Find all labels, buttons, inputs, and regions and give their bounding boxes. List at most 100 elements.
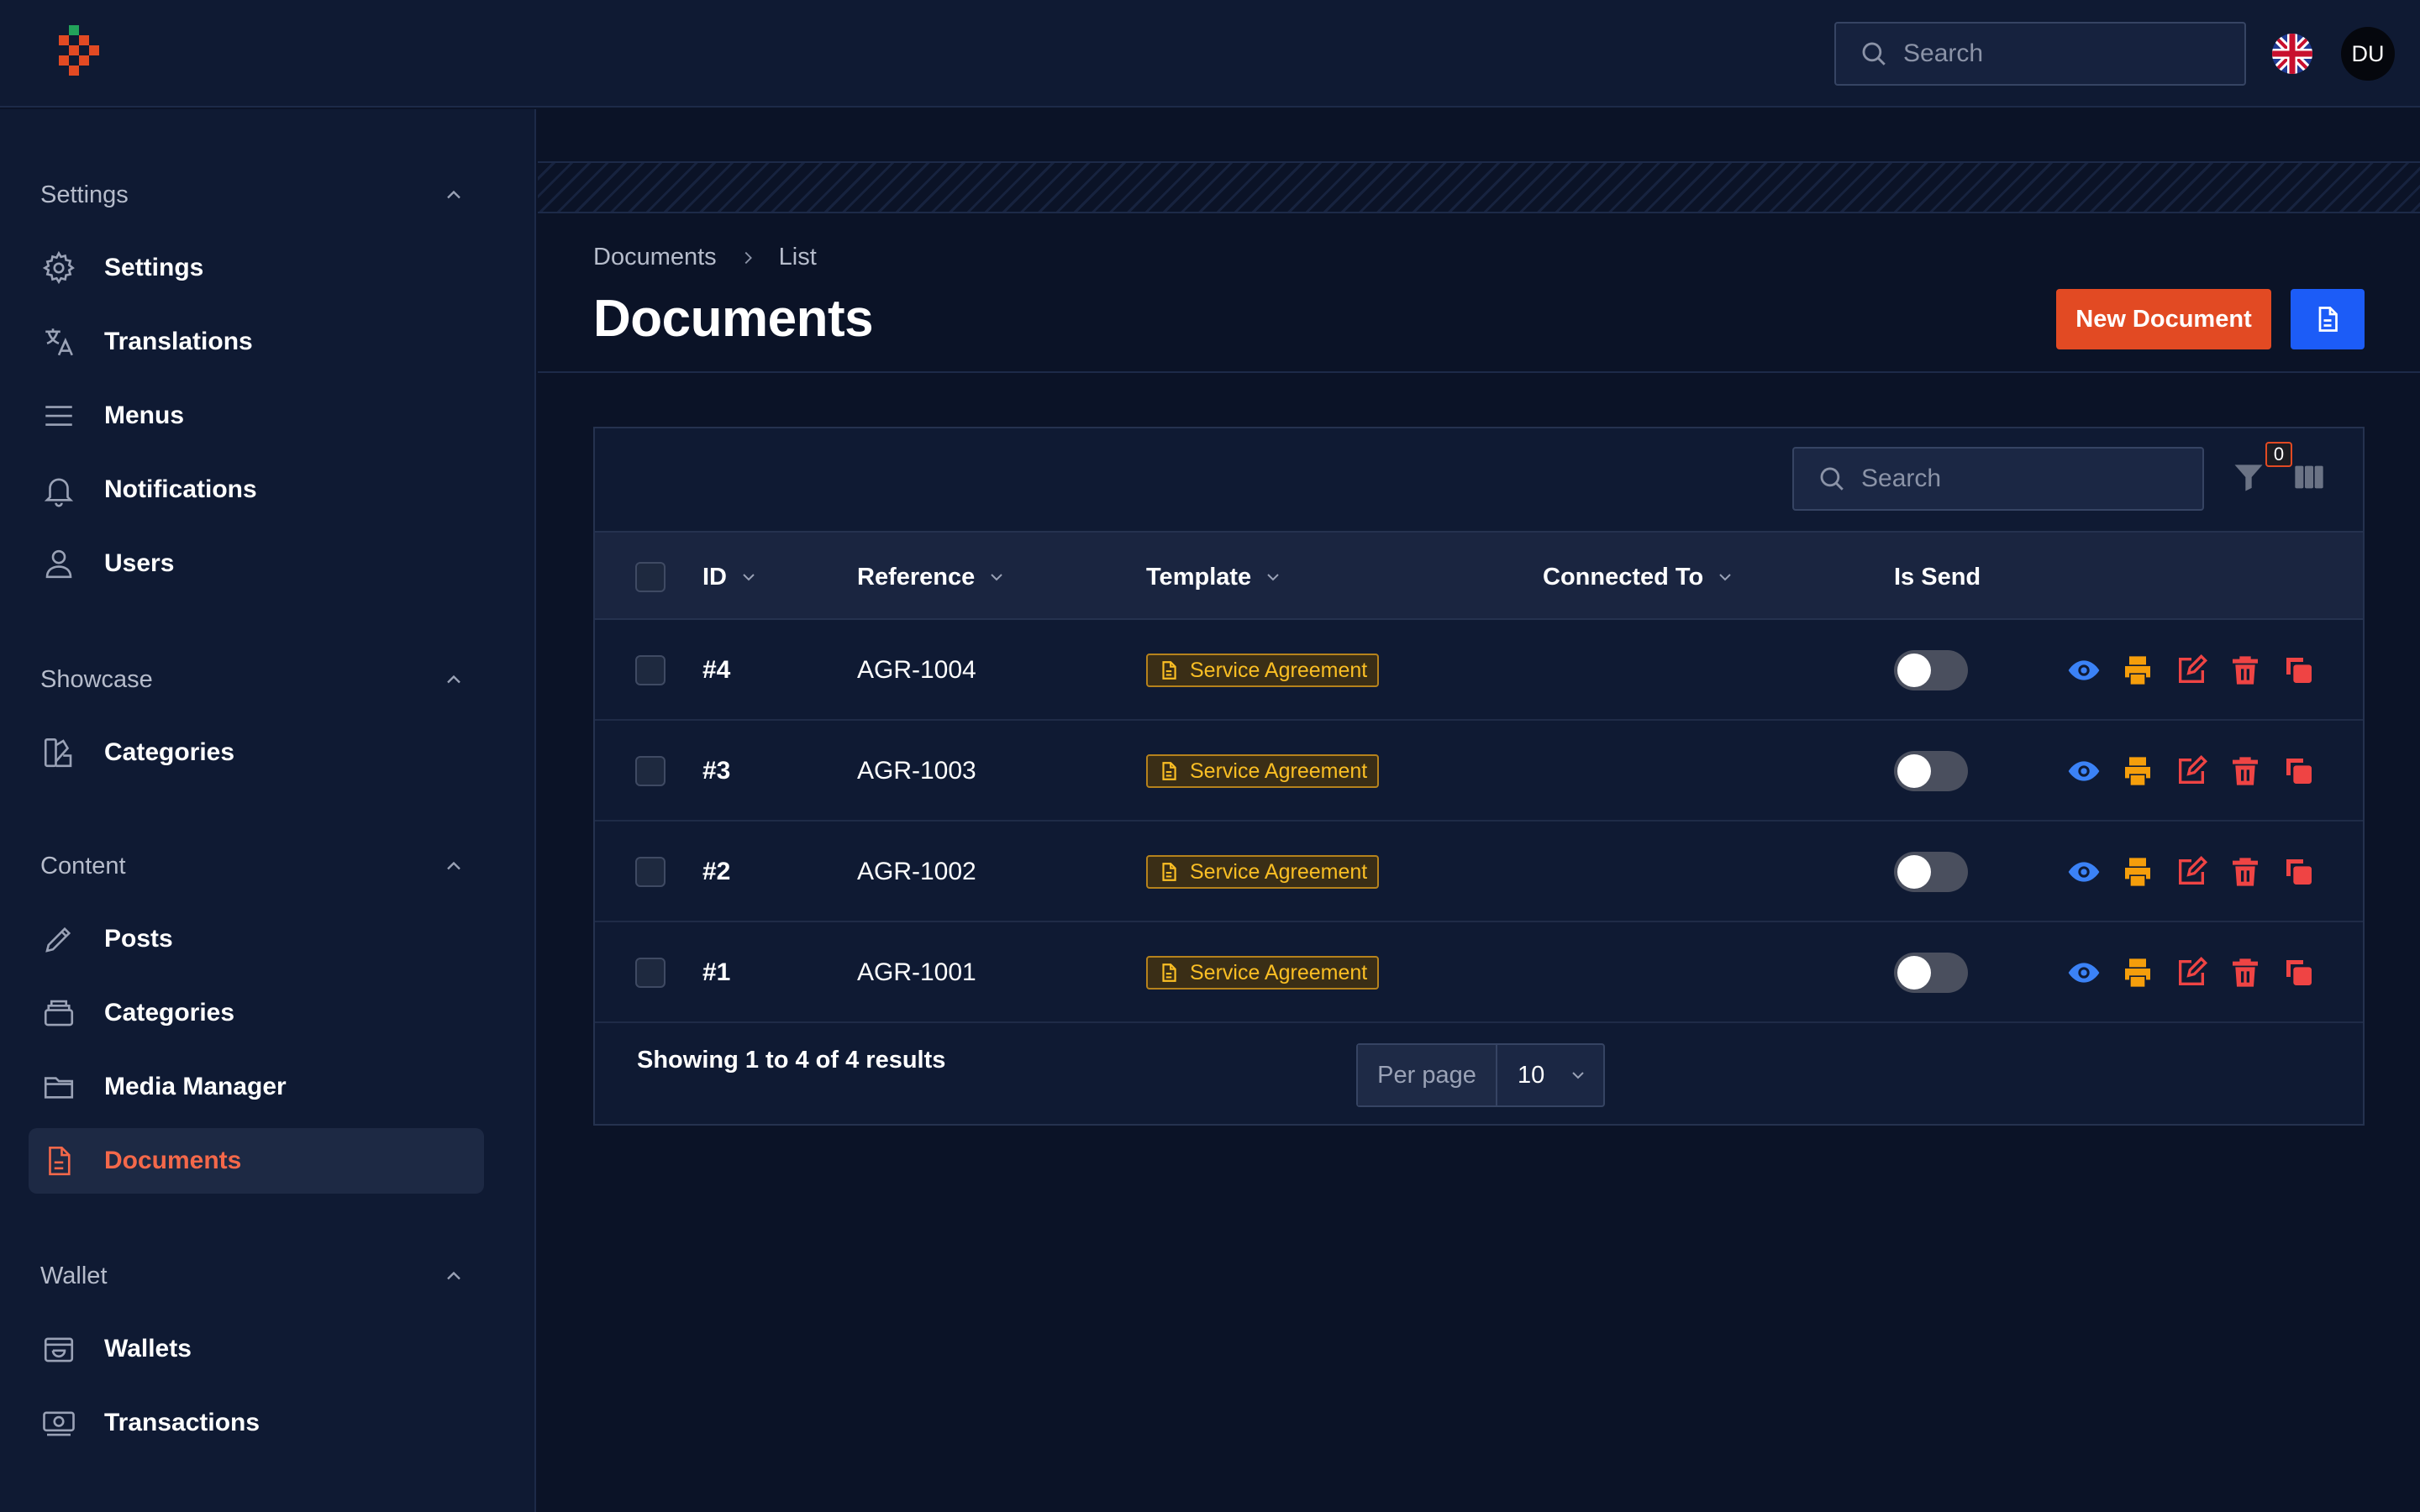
- is-send-toggle[interactable]: [1894, 650, 1968, 690]
- print-icon[interactable]: [2119, 753, 2156, 790]
- document-icon: [1162, 661, 1176, 680]
- sidebar-group-content[interactable]: Content: [40, 853, 126, 880]
- template-label: Service Agreement: [1190, 960, 1368, 984]
- sidebar-item-notifications[interactable]: Notifications: [29, 457, 484, 522]
- sidebar-item-label: Documents: [104, 1147, 242, 1174]
- chevron-down-icon: [986, 567, 1007, 587]
- folder-icon: [40, 1068, 77, 1105]
- print-icon[interactable]: [2119, 954, 2156, 991]
- sidebar-group-wallet[interactable]: Wallet: [40, 1263, 108, 1290]
- sidebar-group-showcase[interactable]: Showcase: [40, 666, 153, 694]
- delete-icon[interactable]: [2227, 652, 2264, 689]
- per-page-label: Per page: [1358, 1045, 1497, 1105]
- view-icon[interactable]: [2065, 753, 2102, 790]
- sidebar-item-users[interactable]: Users: [29, 531, 484, 596]
- page-header: Documents List Documents New Document: [538, 215, 2420, 373]
- new-document-button[interactable]: New Document: [2056, 289, 2271, 349]
- chevron-up-icon[interactable]: [442, 1264, 466, 1288]
- table-row: #2 AGR-1002 Service Agreement: [595, 822, 2363, 922]
- column-reference[interactable]: Reference: [857, 533, 1007, 622]
- sidebar-item-label: Translations: [104, 328, 253, 355]
- stack-icon: [40, 995, 77, 1032]
- user-avatar[interactable]: DU: [2341, 27, 2395, 81]
- chevron-down-icon: [1263, 567, 1283, 587]
- sidebar-item-translations[interactable]: Translations: [29, 309, 484, 375]
- chevron-up-icon[interactable]: [442, 854, 466, 878]
- breadcrumb-documents[interactable]: Documents: [593, 244, 717, 271]
- document-action-button[interactable]: [2291, 289, 2365, 349]
- column-connected-to[interactable]: Connected To: [1543, 533, 1735, 622]
- delete-icon[interactable]: [2227, 954, 2264, 991]
- table-header: ID Reference Template Connected To Is Se…: [595, 531, 2363, 620]
- bell-icon: [40, 471, 77, 508]
- row-checkbox[interactable]: [635, 655, 666, 685]
- logo-icon[interactable]: [54, 25, 104, 84]
- template-label: Service Agreement: [1190, 658, 1368, 682]
- view-icon[interactable]: [2065, 853, 2102, 890]
- cash-icon: [40, 1404, 77, 1441]
- sidebar-item-label: Categories: [104, 738, 235, 766]
- per-page-select[interactable]: Per page 10: [1356, 1043, 1605, 1107]
- template-badge: Service Agreement: [1146, 654, 1380, 687]
- duplicate-icon[interactable]: [2281, 954, 2317, 991]
- uk-flag-icon[interactable]: [2272, 34, 2312, 74]
- row-id: #4: [702, 656, 731, 684]
- sidebar-item-documents[interactable]: Documents: [29, 1128, 484, 1194]
- chevron-up-icon[interactable]: [442, 183, 466, 207]
- toggle-knob: [1897, 754, 1931, 788]
- toggle-knob: [1897, 956, 1931, 990]
- column-template[interactable]: Template: [1146, 533, 1283, 622]
- filter-icon[interactable]: [2230, 459, 2267, 496]
- duplicate-icon[interactable]: [2281, 652, 2317, 689]
- chevron-up-icon[interactable]: [442, 668, 466, 691]
- document-icon: [1162, 863, 1176, 881]
- pencil-icon: [40, 921, 77, 958]
- sidebar-item-media-manager[interactable]: Media Manager: [29, 1054, 484, 1120]
- is-send-toggle[interactable]: [1894, 751, 1968, 791]
- global-search-input[interactable]: Search: [1834, 22, 2246, 86]
- decorative-stripe: [538, 161, 2420, 213]
- delete-icon[interactable]: [2227, 753, 2264, 790]
- template-badge: Service Agreement: [1146, 956, 1380, 990]
- row-id: #2: [702, 858, 731, 885]
- select-all-checkbox[interactable]: [635, 562, 666, 592]
- is-send-toggle[interactable]: [1894, 852, 1968, 892]
- edit-icon[interactable]: [2173, 652, 2210, 689]
- sidebar-item-posts[interactable]: Posts: [29, 906, 484, 972]
- chevron-right-icon: [739, 249, 757, 267]
- breadcrumb-list: List: [778, 244, 817, 270]
- sidebar-item-content-categories[interactable]: Categories: [29, 980, 484, 1046]
- columns-icon[interactable]: [2292, 460, 2326, 494]
- sidebar-item-settings[interactable]: Settings: [29, 235, 484, 301]
- column-id[interactable]: ID: [702, 533, 759, 622]
- row-checkbox[interactable]: [635, 857, 666, 887]
- edit-icon[interactable]: [2173, 954, 2210, 991]
- row-checkbox[interactable]: [635, 756, 666, 786]
- sidebar-item-showcase-categories[interactable]: Categories: [29, 720, 484, 785]
- table-row: #3 AGR-1003 Service Agreement: [595, 721, 2363, 822]
- template-badge: Service Agreement: [1146, 855, 1380, 889]
- duplicate-icon[interactable]: [2281, 753, 2317, 790]
- edit-icon[interactable]: [2173, 753, 2210, 790]
- delete-icon[interactable]: [2227, 853, 2264, 890]
- is-send-toggle[interactable]: [1894, 953, 1968, 993]
- print-icon[interactable]: [2119, 853, 2156, 890]
- duplicate-icon[interactable]: [2281, 853, 2317, 890]
- row-reference: AGR-1001: [857, 958, 976, 986]
- search-icon: [1820, 467, 1844, 491]
- sidebar-item-wallets[interactable]: Wallets: [29, 1316, 484, 1382]
- sidebar-item-transactions[interactable]: Transactions: [29, 1390, 484, 1456]
- toggle-knob: [1897, 654, 1931, 687]
- view-icon[interactable]: [2065, 652, 2102, 689]
- row-checkbox[interactable]: [635, 958, 666, 988]
- view-icon[interactable]: [2065, 954, 2102, 991]
- sidebar-group-settings[interactable]: Settings: [40, 181, 129, 209]
- edit-icon[interactable]: [2173, 853, 2210, 890]
- template-label: Service Agreement: [1190, 759, 1368, 783]
- sidebar-item-menus[interactable]: Menus: [29, 383, 484, 449]
- per-page-value[interactable]: 10: [1497, 1045, 1603, 1105]
- print-icon[interactable]: [2119, 652, 2156, 689]
- table-search-input[interactable]: Search: [1792, 447, 2204, 511]
- chevron-down-icon: [739, 567, 759, 587]
- top-bar: Search DU: [0, 0, 2420, 108]
